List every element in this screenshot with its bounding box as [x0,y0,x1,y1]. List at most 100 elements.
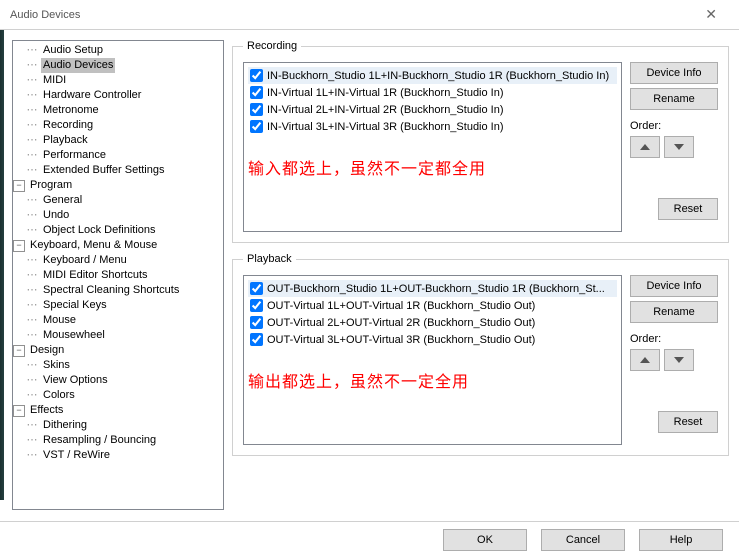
tree-item-label[interactable]: Keyboard / Menu [41,253,129,268]
tree-item[interactable]: ⋯Mousewheel [13,328,223,343]
tree-leaf-icon: ⋯ [25,58,39,73]
ok-button[interactable]: OK [443,529,527,551]
tree-item-label[interactable]: Audio Devices [41,58,115,73]
tree-group-label[interactable]: Effects [28,403,65,418]
tree-leaf-icon: ⋯ [25,88,39,103]
tree-item[interactable]: ⋯Resampling / Bouncing [13,433,223,448]
tree-group[interactable]: −Effects [13,403,223,418]
tree-item[interactable]: ⋯Spectral Cleaning Shortcuts [13,283,223,298]
move-down-button[interactable] [664,349,694,371]
tree-item-label[interactable]: Object Lock Definitions [41,223,158,238]
device-row[interactable]: OUT-Virtual 3L+OUT-Virtual 3R (Buckhorn_… [248,331,617,348]
tree-item[interactable]: ⋯Mouse [13,313,223,328]
tree-item[interactable]: ⋯Object Lock Definitions [13,223,223,238]
tree-item-label[interactable]: Undo [41,208,71,223]
move-up-button[interactable] [630,136,660,158]
tree-item-label[interactable]: MIDI [41,73,68,88]
tree-item[interactable]: ⋯Special Keys [13,298,223,313]
collapse-icon[interactable]: − [13,345,25,357]
device-row[interactable]: IN-Virtual 3L+IN-Virtual 3R (Buckhorn_St… [248,118,617,135]
reset-button[interactable]: Reset [658,198,718,220]
move-down-button[interactable] [664,136,694,158]
tree-leaf-icon: ⋯ [25,448,39,463]
tree-item[interactable]: ⋯View Options [13,373,223,388]
tree-group-label[interactable]: Keyboard, Menu & Mouse [28,238,159,253]
tree-item-label[interactable]: General [41,193,84,208]
move-up-button[interactable] [630,349,660,371]
device-row[interactable]: OUT-Virtual 1L+OUT-Virtual 1R (Buckhorn_… [248,297,617,314]
device-row[interactable]: IN-Virtual 2L+IN-Virtual 2R (Buckhorn_St… [248,101,617,118]
tree-group[interactable]: −Program [13,178,223,193]
tree-item[interactable]: ⋯Audio Setup [13,43,223,58]
rename-button[interactable]: Rename [630,88,718,110]
tree-group-label[interactable]: Design [28,343,66,358]
help-button[interactable]: Help [639,529,723,551]
collapse-icon[interactable]: − [13,405,25,417]
category-tree[interactable]: ⋯Audio Setup⋯Audio Devices⋯MIDI⋯Hardware… [12,40,224,510]
tree-item[interactable]: ⋯MIDI [13,73,223,88]
tree-item[interactable]: ⋯Audio Devices [13,58,223,73]
device-checkbox[interactable] [250,333,263,346]
recording-device-list[interactable]: IN-Buckhorn_Studio 1L+IN-Buckhorn_Studio… [243,62,622,232]
recording-side-buttons: Device Info Rename Order: Reset [630,62,718,232]
tree-item-label[interactable]: Extended Buffer Settings [41,163,167,178]
tree-item-label[interactable]: Spectral Cleaning Shortcuts [41,283,181,298]
tree-item[interactable]: ⋯Keyboard / Menu [13,253,223,268]
tree-item[interactable]: ⋯Playback [13,133,223,148]
device-row[interactable]: OUT-Virtual 2L+OUT-Virtual 2R (Buckhorn_… [248,314,617,331]
device-checkbox[interactable] [250,120,263,133]
tree-item-label[interactable]: VST / ReWire [41,448,112,463]
tree-item-label[interactable]: Colors [41,388,77,403]
device-checkbox[interactable] [250,69,263,82]
device-row[interactable]: OUT-Buckhorn_Studio 1L+OUT-Buckhorn_Stud… [248,280,617,297]
device-info-button[interactable]: Device Info [630,275,718,297]
tree-leaf-icon: ⋯ [25,388,39,403]
tree-item[interactable]: ⋯Colors [13,388,223,403]
tree-item[interactable]: ⋯Extended Buffer Settings [13,163,223,178]
collapse-icon[interactable]: − [13,180,25,192]
tree-group[interactable]: −Design [13,343,223,358]
device-row[interactable]: IN-Virtual 1L+IN-Virtual 1R (Buckhorn_St… [248,84,617,101]
tree-item-label[interactable]: MIDI Editor Shortcuts [41,268,150,283]
tree-item-label[interactable]: Mouse [41,313,78,328]
playback-device-list[interactable]: OUT-Buckhorn_Studio 1L+OUT-Buckhorn_Stud… [243,275,622,445]
rename-button[interactable]: Rename [630,301,718,323]
tree-item-label[interactable]: Resampling / Bouncing [41,433,158,448]
collapse-icon[interactable]: − [13,240,25,252]
tree-item[interactable]: ⋯Undo [13,208,223,223]
dialog-footer: OK Cancel Help [0,521,739,557]
tree-item-label[interactable]: Recording [41,118,95,133]
device-checkbox[interactable] [250,299,263,312]
tree-group[interactable]: −Keyboard, Menu & Mouse [13,238,223,253]
tree-item[interactable]: ⋯General [13,193,223,208]
tree-item[interactable]: ⋯MIDI Editor Shortcuts [13,268,223,283]
device-checkbox[interactable] [250,103,263,116]
device-checkbox[interactable] [250,86,263,99]
device-checkbox[interactable] [250,282,263,295]
tree-item-label[interactable]: Playback [41,133,90,148]
tree-item-label[interactable]: Special Keys [41,298,109,313]
device-checkbox[interactable] [250,316,263,329]
tree-item[interactable]: ⋯Recording [13,118,223,133]
tree-item-label[interactable]: Skins [41,358,72,373]
tree-item[interactable]: ⋯Performance [13,148,223,163]
tree-item[interactable]: ⋯Metronome [13,103,223,118]
tree-item-label[interactable]: Performance [41,148,108,163]
cancel-button[interactable]: Cancel [541,529,625,551]
reset-button[interactable]: Reset [658,411,718,433]
tree-item-label[interactable]: View Options [41,373,110,388]
tree-item-label[interactable]: Metronome [41,103,101,118]
tree-item-label[interactable]: Mousewheel [41,328,107,343]
tree-item-label[interactable]: Audio Setup [41,43,105,58]
tree-leaf-icon: ⋯ [25,418,39,433]
tree-item[interactable]: ⋯Hardware Controller [13,88,223,103]
device-row[interactable]: IN-Buckhorn_Studio 1L+IN-Buckhorn_Studio… [248,67,617,84]
tree-group-label[interactable]: Program [28,178,74,193]
tree-item-label[interactable]: Hardware Controller [41,88,143,103]
device-info-button[interactable]: Device Info [630,62,718,84]
tree-item[interactable]: ⋯VST / ReWire [13,448,223,463]
tree-item[interactable]: ⋯Dithering [13,418,223,433]
close-icon[interactable]: ✕ [693,2,729,27]
tree-item-label[interactable]: Dithering [41,418,89,433]
tree-item[interactable]: ⋯Skins [13,358,223,373]
